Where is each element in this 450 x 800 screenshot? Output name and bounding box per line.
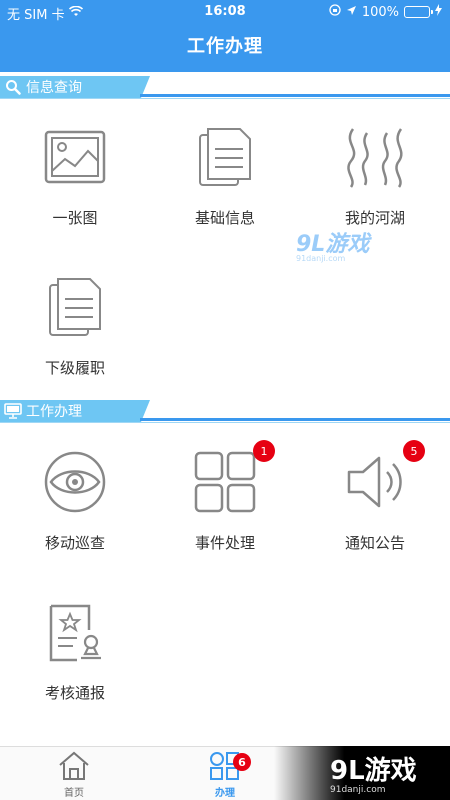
river-icon [343,125,407,189]
tab-work[interactable]: 办理 6 [175,751,275,799]
menu-item-subordinate-duty[interactable]: 下级履职 [0,265,150,390]
section-header-work: 工作办理 [0,400,450,424]
tab-badge: 6 [233,753,251,771]
home-icon [58,751,90,784]
status-bar: 无 SIM 卡 16:08 100% [0,0,450,23]
section-tab: 工作办理 [0,400,150,422]
document-icon [43,275,107,339]
menu-item-map[interactable]: 一张图 [0,115,150,240]
section-underline [0,98,450,99]
grid-icon: 1 [193,440,275,514]
menu-item-label: 一张图 [52,209,98,227]
menu-item-my-rivers[interactable]: 我的河湖 [300,115,450,240]
battery-icon [404,6,433,18]
section-tab: 信息查询 [0,76,150,98]
section-header-info-query: 信息查询 [0,76,450,100]
watermark-banner: 9L游戏 91danji.com [274,746,450,800]
battery-percent: 100% [361,4,399,20]
menu-item-notices[interactable]: 5 通知公告 [300,440,450,565]
location-icon [346,5,357,20]
tab-home[interactable]: 首页 [24,751,124,799]
watermark-url: 91danji.com [330,785,386,795]
menu-item-basic-info[interactable]: 基础信息 [150,115,300,240]
eye-icon [43,450,107,514]
menu-item-events[interactable]: 1 事件处理 [150,440,300,565]
menu-item-label: 我的河湖 [344,209,405,227]
speaker-icon: 5 [343,440,425,514]
section-line [140,418,450,421]
orientation-lock-icon [329,4,341,20]
menu-item-label: 基础信息 [194,209,255,227]
search-icon [4,78,22,96]
charging-icon [435,4,442,20]
section-title: 信息查询 [26,80,82,96]
menu-item-label: 通知公告 [344,534,405,552]
monitor-icon [4,402,22,420]
document-icon [193,125,257,189]
notification-badge: 1 [253,440,275,462]
menu-item-label: 事件处理 [194,534,255,552]
section-line [140,94,450,97]
menu-item-label: 下级履职 [44,359,105,377]
image-icon [43,125,107,189]
notification-badge: 5 [403,440,425,462]
status-right: 100% [329,4,442,20]
tab-label: 首页 [64,788,84,799]
page-title: 工作办理 [187,36,263,57]
section-title: 工作办理 [26,404,82,420]
certificate-icon [43,600,107,664]
menu-item-label: 移动巡查 [44,534,105,552]
menu-item-assessment[interactable]: 考核通报 [0,590,150,715]
watermark-logo: 9L游戏 91danji.com [296,226,369,263]
menu-item-label: 考核通报 [44,684,105,702]
section-underline [0,422,450,423]
top-bar: 无 SIM 卡 16:08 100% 工作办理 [0,0,450,72]
tab-label: 办理 [215,788,235,799]
watermark-text: 9L游戏 [330,756,417,786]
menu-item-patrol[interactable]: 移动巡查 [0,440,150,565]
